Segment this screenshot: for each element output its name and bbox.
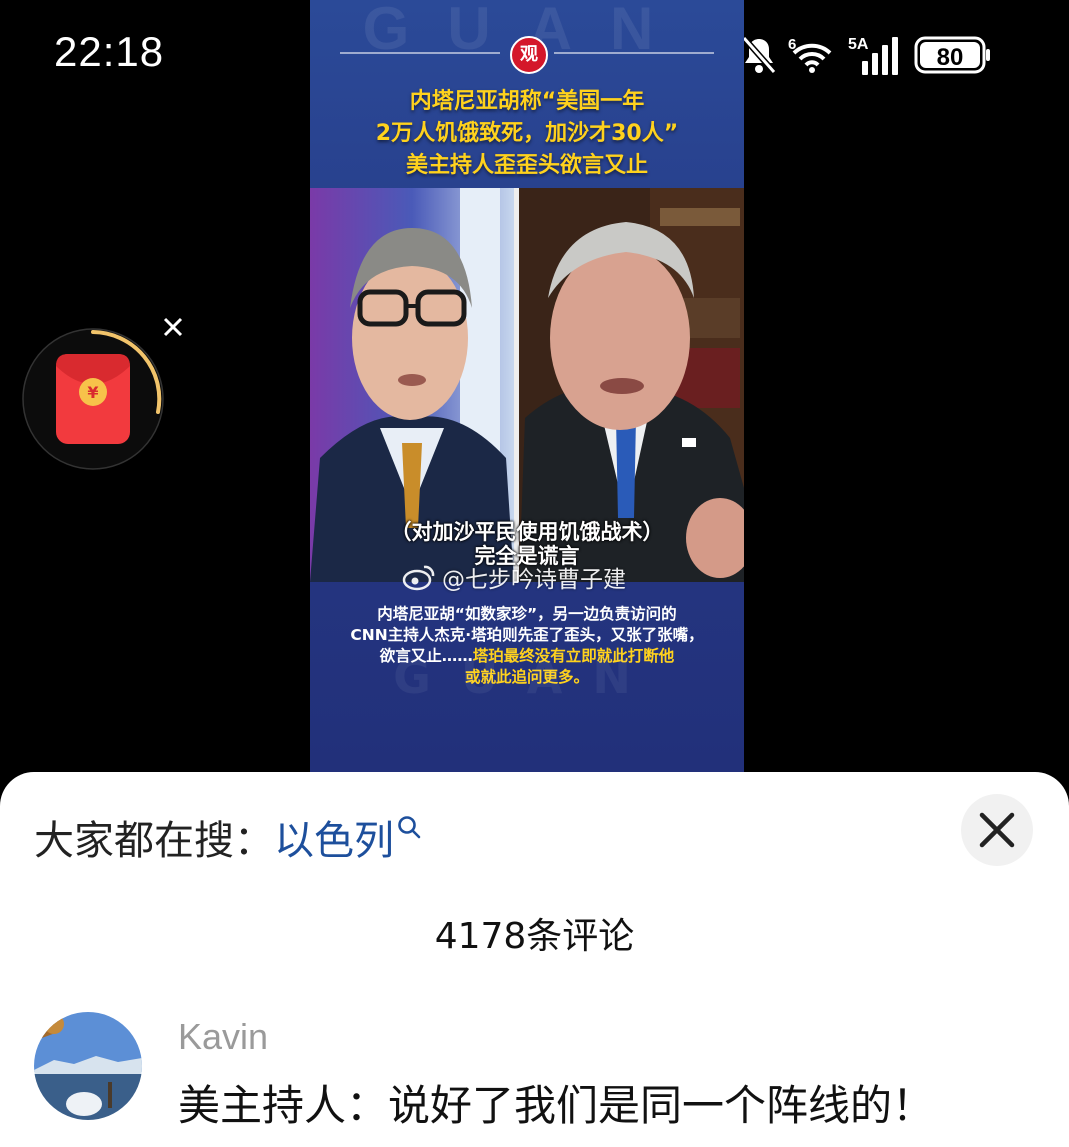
red-envelope-icon[interactable]: ¥ — [22, 328, 164, 470]
close-icon — [979, 812, 1015, 848]
comments-sheet: 大家都在搜： 以色列 4178条评论 Kavin 美主持人：说好了我们是同一个阵… — [0, 772, 1069, 1147]
search-icon[interactable] — [396, 814, 422, 840]
weibo-icon — [402, 565, 435, 591]
caption-line: CNN主持人杰克·塔珀则先歪了歪头，又张了张嘴， — [350, 626, 704, 644]
status-time: 22:18 — [54, 28, 165, 75]
wifi-icon: 6 — [788, 36, 832, 73]
weibo-watermark: @七步吟诗曹子建 — [402, 560, 626, 594]
weibo-handle: @七步吟诗曹子建 — [442, 567, 626, 593]
close-sheet-button[interactable] — [961, 794, 1033, 866]
signal-badge: 5A — [848, 36, 869, 53]
comment-username[interactable]: Kavin — [178, 1016, 268, 1058]
search-term-link[interactable]: 以色列 — [274, 808, 394, 866]
headline-line: 2万人饥饿致死，加沙才30人” — [375, 121, 679, 146]
headline-line: 美主持人歪歪头欲言又止 — [405, 153, 648, 178]
subtitle-line: （对加沙平民使用饥饿战术） — [390, 520, 664, 544]
logo-divider-right — [554, 52, 714, 54]
video-watermark-bottom: GUAN — [393, 650, 661, 704]
logo-divider-left — [340, 52, 500, 54]
comment-item[interactable]: Kavin 美主持人：说好了我们是同一个阵线的！ — [34, 1012, 1034, 1130]
red-envelope-widget[interactable]: ¥ — [22, 328, 164, 470]
signal-icon: 5A — [848, 36, 898, 75]
caption-line: 内塔尼亚胡“如数家珍”，另一边负责访问的 — [377, 605, 677, 623]
search-prefix: 大家都在搜： — [34, 818, 274, 864]
battery-level: 80 — [937, 44, 964, 71]
comment-text: 美主持人：说好了我们是同一个阵线的！ — [178, 1081, 935, 1130]
avatar[interactable] — [34, 1012, 142, 1120]
status-icons: 6 5A 80 — [740, 30, 992, 80]
video-headline: 内塔尼亚胡称“美国一年 2万人饥饿致死，加沙才30人” 美主持人歪歪头欲言又止 — [310, 86, 744, 182]
channel-logo: 观 — [510, 36, 548, 74]
bell-off-icon — [741, 36, 777, 74]
close-icon[interactable] — [160, 314, 186, 340]
red-envelope-symbol: ¥ — [87, 383, 98, 402]
video-player[interactable]: GUAN 观 内塔尼亚胡称“美国一年 2万人饥饿致死，加沙才30人” 美主持人歪… — [310, 0, 744, 772]
trending-search: 大家都在搜： 以色列 — [34, 808, 422, 866]
comments-count: 4178条评论 — [434, 916, 635, 957]
headline-line: 内塔尼亚胡称“美国一年 — [409, 89, 645, 114]
battery-icon: 80 — [914, 36, 990, 74]
